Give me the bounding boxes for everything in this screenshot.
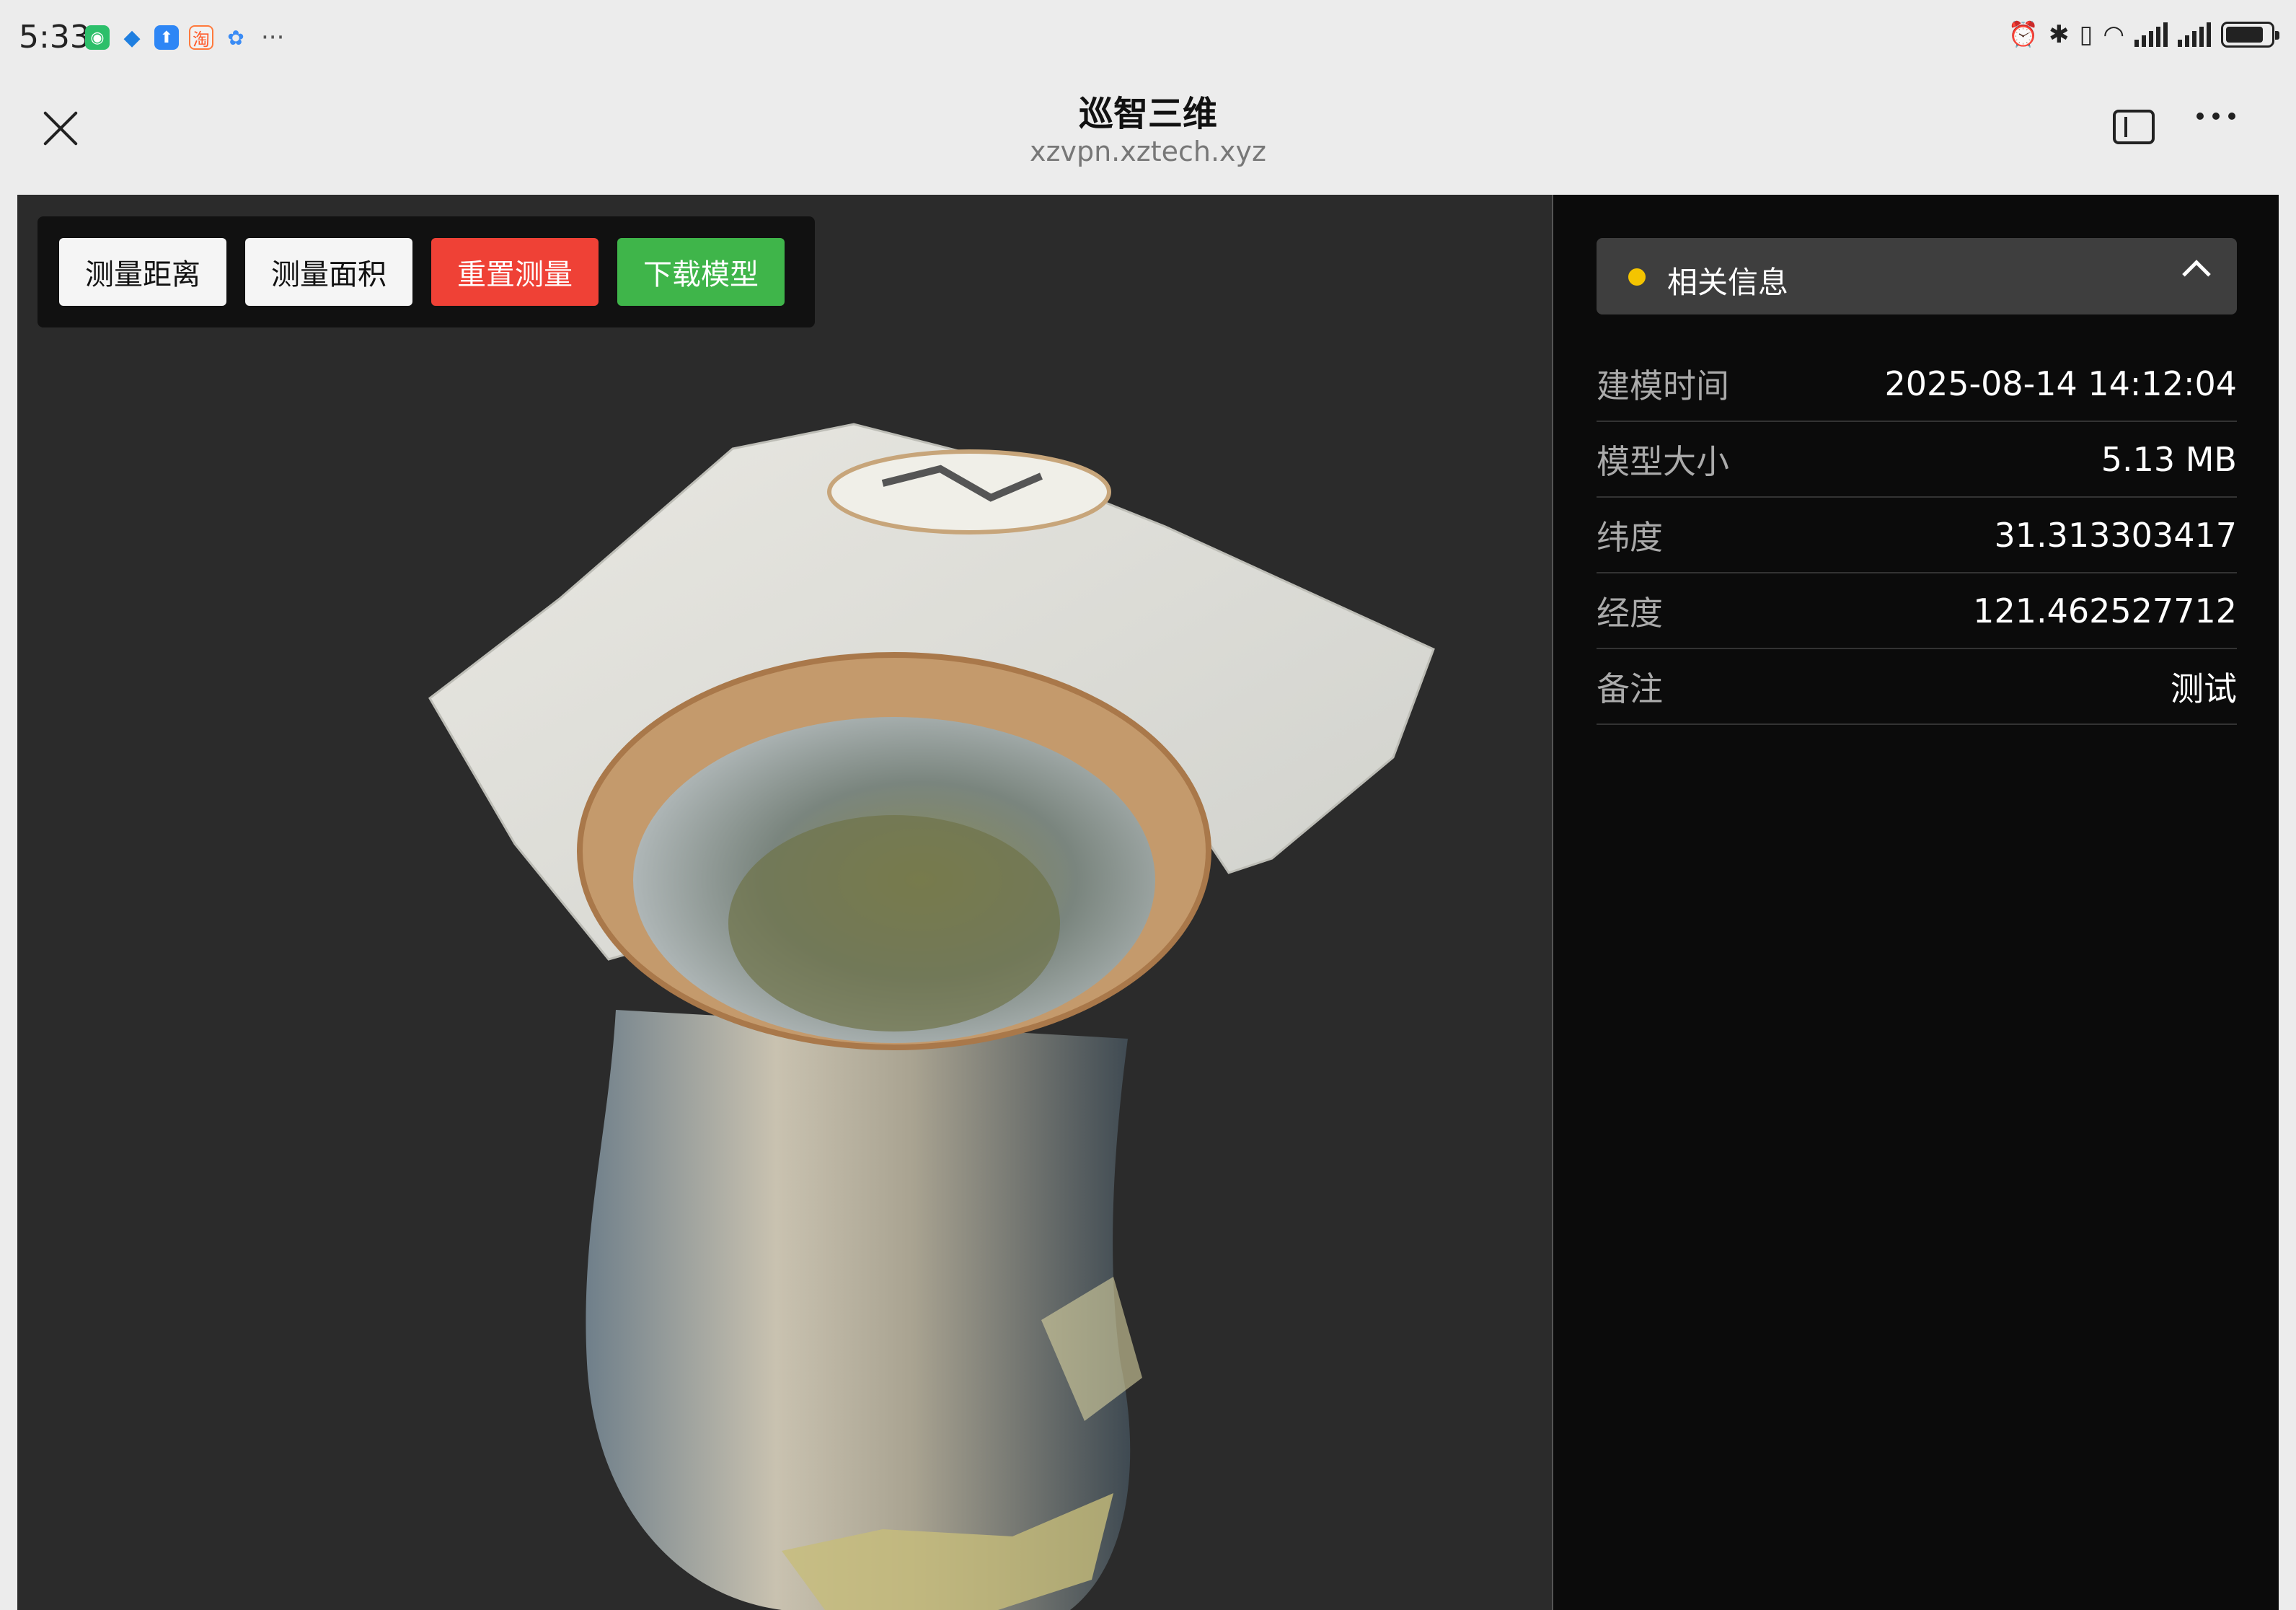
info-title: 相关信息 bbox=[1667, 265, 1789, 300]
manhole-3d-model[interactable] bbox=[17, 195, 1552, 1610]
system-icons: ⏰ ✱ ▯ ◠ bbox=[2008, 20, 2279, 49]
model-viewer[interactable]: 测量距离 测量面积 重置测量 下载模型 bbox=[17, 195, 1552, 1610]
info-label: 备注 bbox=[1597, 669, 1663, 708]
signal-icon bbox=[2134, 22, 2168, 47]
manhole-shaft bbox=[586, 1010, 1131, 1610]
bird-icon: ◆ bbox=[123, 25, 141, 50]
taobao-icon: 淘 bbox=[189, 25, 213, 50]
info-value: 31.313303417 bbox=[1994, 515, 2237, 555]
info-value: 121.462527712 bbox=[1973, 591, 2237, 630]
map-app-icon: ✿ bbox=[227, 25, 244, 50]
status-time: 5:33 bbox=[19, 19, 90, 56]
info-value: 5.13 MB bbox=[2101, 439, 2237, 479]
more-notifications-icon: ··· bbox=[261, 23, 285, 52]
notification-icons: ◉ ◆ ⬆ 淘 ✿ ··· bbox=[85, 23, 284, 52]
app-root: 5:33 ◉ ◆ ⬆ 淘 ✿ ··· ⏰ ✱ ▯ ◠ 巡智三维 xzvpn.xz… bbox=[0, 0, 2296, 1610]
measure-area-button[interactable]: 测量面积 bbox=[245, 238, 412, 306]
info-row: 经度 121.462527712 bbox=[1597, 573, 2237, 649]
measure-toolbar: 测量距离 测量面积 重置测量 下载模型 bbox=[37, 216, 815, 327]
info-row: 备注 测试 bbox=[1597, 649, 2237, 725]
manhole-cover bbox=[827, 449, 1111, 535]
info-label: 经度 bbox=[1597, 593, 1663, 633]
info-row: 纬度 31.313303417 bbox=[1597, 498, 2237, 573]
wifi-icon: ◠ bbox=[2103, 20, 2124, 49]
battery-fill bbox=[2226, 27, 2263, 43]
sidebar-toggle-icon[interactable] bbox=[2113, 110, 2155, 144]
more-options-icon[interactable] bbox=[2196, 113, 2235, 120]
vibrate-icon: ▯ bbox=[2079, 20, 2093, 49]
info-row: 模型大小 5.13 MB bbox=[1597, 422, 2237, 498]
info-header[interactable]: 相关信息 bbox=[1597, 238, 2237, 314]
chevron-up-icon[interactable] bbox=[2182, 260, 2211, 289]
info-label: 纬度 bbox=[1597, 517, 1663, 557]
info-label: 模型大小 bbox=[1597, 441, 1729, 481]
upload-app-icon: ⬆ bbox=[154, 25, 179, 50]
status-bar: 5:33 ◉ ◆ ⬆ 淘 ✿ ··· ⏰ ✱ ▯ ◠ bbox=[0, 0, 2296, 75]
info-label: 建模时间 bbox=[1597, 366, 1729, 405]
info-row: 建模时间 2025-08-14 14:12:04 bbox=[1597, 346, 2237, 422]
info-rows: 建模时间 2025-08-14 14:12:04 模型大小 5.13 MB 纬度… bbox=[1597, 346, 2237, 725]
battery-icon bbox=[2221, 22, 2279, 48]
info-panel: 相关信息 建模时间 2025-08-14 14:12:04 模型大小 5.13 … bbox=[1553, 195, 2279, 1610]
info-value: 2025-08-14 14:12:04 bbox=[1884, 364, 2237, 403]
download-model-button[interactable]: 下载模型 bbox=[617, 238, 785, 306]
reset-measure-button[interactable]: 重置测量 bbox=[431, 238, 599, 306]
wechat-icon: ◉ bbox=[85, 25, 110, 50]
browser-header: 巡智三维 xzvpn.xztech.xyz bbox=[0, 75, 2296, 177]
alarm-icon: ⏰ bbox=[2008, 20, 2039, 49]
page-url: xzvpn.xztech.xyz bbox=[1030, 136, 1266, 167]
measure-distance-button[interactable]: 测量距离 bbox=[59, 238, 226, 306]
status-dot-icon bbox=[1628, 268, 1646, 286]
page-title: 巡智三维 bbox=[1078, 94, 1217, 134]
signal-icon bbox=[2178, 22, 2211, 47]
main-content: 测量距离 测量面积 重置测量 下载模型 相关信息 建模时间 2025-08-14… bbox=[17, 195, 2279, 1610]
info-value: 测试 bbox=[2171, 669, 2237, 708]
bluetooth-icon: ✱ bbox=[2049, 20, 2070, 49]
